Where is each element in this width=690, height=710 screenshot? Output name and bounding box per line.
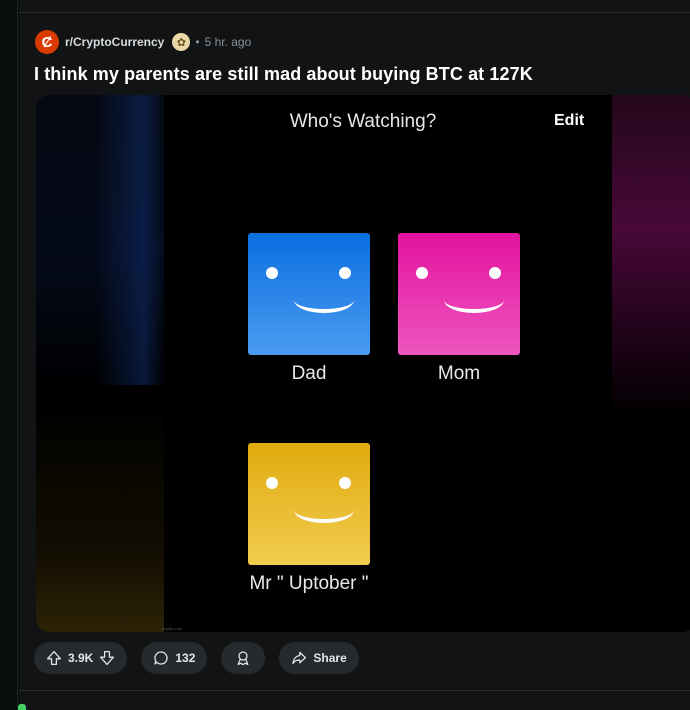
share-button[interactable]: Share (279, 642, 359, 674)
award-icon (235, 650, 251, 666)
next-post-peek (18, 704, 26, 710)
smiley-avatar-icon (248, 233, 370, 355)
divider (19, 12, 690, 13)
profile-mom: Mom (398, 233, 522, 385)
share-icon (291, 650, 307, 666)
meme-header: Who's Watching? (289, 111, 437, 132)
post-title[interactable]: I think my parents are still mad about b… (34, 64, 533, 85)
post-time: 5 hr. ago (204, 35, 252, 49)
downvote-icon[interactable] (99, 650, 115, 666)
flair-icon: ✿ (172, 33, 191, 51)
left-rail (0, 0, 18, 710)
post-meta: Ȼ r/CryptoCurrency ✿ • 5 hr. ago (35, 30, 251, 54)
share-label: Share (313, 651, 347, 665)
watermark: imgflip.com (162, 626, 183, 631)
subreddit-name[interactable]: r/CryptoCurrency (65, 35, 164, 49)
profile-dad: Dad (248, 233, 372, 385)
action-bar: 3.9K 132 Share (34, 642, 359, 674)
image-blur-right (612, 95, 690, 632)
comments-button[interactable]: 132 (141, 642, 208, 674)
vote-count: 3.9K (68, 651, 94, 665)
meme-edit-label: Edit (554, 112, 585, 129)
smiley-avatar-icon (398, 233, 520, 355)
image-blur-left (36, 95, 164, 632)
profile-label: Mr " Uptober " (249, 573, 369, 594)
profile-label: Dad (291, 363, 327, 384)
subreddit-icon[interactable]: Ȼ (35, 30, 59, 54)
post-card[interactable]: Ȼ r/CryptoCurrency ✿ • 5 hr. ago I think… (19, 0, 690, 710)
meme-image: Who's Watching? Edit Dad Mom Mr " Uptobe… (164, 95, 612, 632)
comment-icon (153, 650, 169, 666)
smiley-avatar-icon (248, 443, 370, 565)
comment-count: 132 (175, 651, 196, 665)
meta-separator: • (195, 35, 200, 49)
divider (19, 690, 690, 691)
upvote-icon[interactable] (46, 650, 62, 666)
profile-label: Mom (437, 363, 481, 384)
post-image[interactable]: Who's Watching? Edit Dad Mom Mr " Uptobe… (36, 95, 690, 632)
award-button[interactable] (221, 642, 266, 674)
vote-pill: 3.9K (34, 642, 128, 674)
profile-mr-uptober: Mr " Uptober " (248, 443, 372, 595)
